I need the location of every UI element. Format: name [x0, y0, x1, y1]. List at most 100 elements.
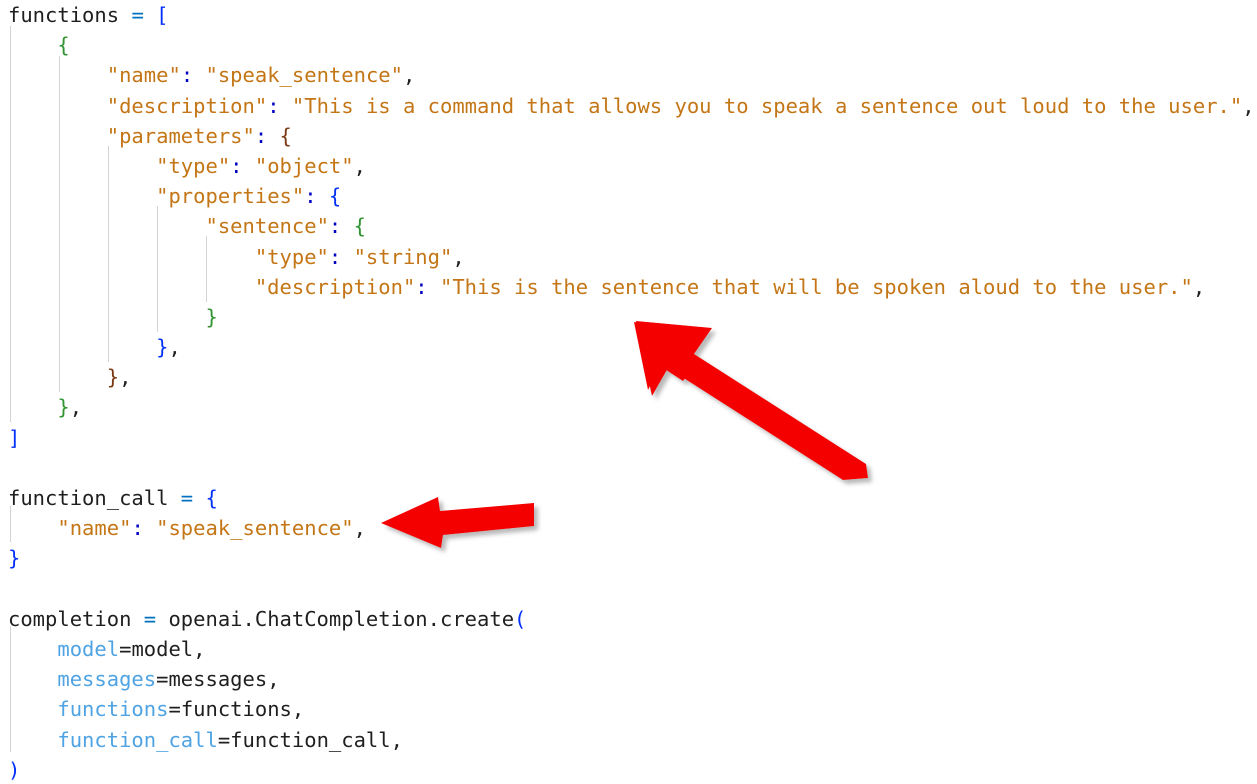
code-token: ,	[1192, 274, 1206, 299]
code-token: {	[205, 486, 218, 510]
code-line[interactable]: functions=functions,	[0, 694, 1257, 724]
code-token: "speak_sentence"	[205, 63, 403, 88]
code-line[interactable]: "sentence": {	[0, 211, 1257, 241]
code-line[interactable]: function_call = {	[0, 483, 1257, 513]
code-line[interactable]: },	[0, 392, 1257, 422]
code-token: ,	[193, 636, 206, 661]
code-line[interactable]: }	[0, 543, 1257, 573]
code-line[interactable]: {	[0, 30, 1257, 60]
code-line[interactable]	[0, 574, 1257, 604]
code-token: {	[57, 33, 70, 58]
code-token: functions	[180, 697, 292, 722]
code-line[interactable]: "type": "object",	[0, 151, 1257, 181]
code-line[interactable]: "name": "speak_sentence",	[0, 513, 1257, 543]
code-token: ,	[1242, 93, 1255, 118]
code-token: {	[328, 184, 342, 209]
code-line[interactable]: "name": "speak_sentence",	[0, 60, 1257, 90]
code-line[interactable]: "properties": {	[0, 181, 1257, 211]
code-token: }	[57, 395, 70, 420]
code-token: )	[8, 757, 21, 782]
code-token: :	[254, 123, 268, 148]
code-token: functions	[57, 697, 169, 722]
code-token: "properties"	[156, 184, 305, 209]
code-token: =	[119, 636, 132, 661]
code-token: =	[131, 3, 144, 27]
code-line[interactable]: model=model,	[0, 634, 1257, 664]
code-token: ,	[168, 335, 181, 360]
code-token: ,	[119, 365, 132, 390]
code-token: "This is a command that allows you to sp…	[291, 93, 1243, 118]
code-token: }	[205, 304, 218, 329]
code-line[interactable]: ]	[0, 423, 1257, 453]
code-token: "object"	[254, 153, 354, 178]
code-line[interactable]: "type": "string",	[0, 242, 1257, 272]
code-token: "string"	[353, 244, 453, 269]
code-line[interactable]: )	[0, 755, 1257, 784]
code-line[interactable]: function_call=function_call,	[0, 725, 1257, 755]
code-token: {	[279, 123, 292, 148]
code-token: "sentence"	[205, 214, 329, 239]
code-line[interactable]: },	[0, 362, 1257, 392]
code-token: :	[415, 274, 428, 299]
code-line[interactable]: completion = openai.ChatCompletion.creat…	[0, 604, 1257, 634]
code-token: "type"	[156, 153, 231, 178]
code-line[interactable]: messages=messages,	[0, 664, 1257, 694]
code-line[interactable]: functions = [	[0, 0, 1257, 30]
code-token: function_call	[57, 727, 218, 752]
code-token: "speak_sentence"	[156, 516, 354, 541]
code-line[interactable]	[0, 453, 1257, 483]
code-token: :	[328, 214, 342, 239]
code-token: ,	[402, 63, 416, 88]
code-token: }	[106, 365, 120, 390]
code-token: :	[267, 93, 280, 118]
code-text-surface[interactable]: functions = [ { "name": "speak_sentence"…	[0, 0, 1257, 784]
code-token: =	[217, 727, 231, 752]
code-token: function_call	[8, 486, 169, 510]
code-token: =	[168, 697, 181, 722]
code-token: model	[131, 636, 194, 661]
code-token: "name"	[57, 516, 132, 541]
code-token: (	[514, 606, 527, 631]
code-token: messages	[168, 667, 268, 692]
code-line[interactable]: }	[0, 302, 1257, 332]
code-token: ,	[267, 667, 280, 692]
code-line[interactable]: },	[0, 332, 1257, 362]
code-token: :	[328, 244, 342, 269]
code-token: ,	[452, 244, 465, 269]
code-line[interactable]: "description": "This is a command that a…	[0, 91, 1257, 121]
code-token: "parameters"	[106, 123, 255, 148]
code-line[interactable]: "description": "This is the sentence tha…	[0, 272, 1257, 302]
code-token: messages	[57, 667, 157, 692]
code-token: :	[180, 63, 194, 88]
code-token: ,	[291, 697, 305, 722]
code-token: "description"	[254, 274, 416, 299]
code-editor[interactable]: functions = [ { "name": "speak_sentence"…	[0, 0, 1257, 784]
code-line[interactable]: "parameters": {	[0, 121, 1257, 151]
code-token: ,	[353, 516, 366, 541]
code-token: "description"	[106, 93, 268, 118]
code-token: ,	[69, 395, 83, 420]
